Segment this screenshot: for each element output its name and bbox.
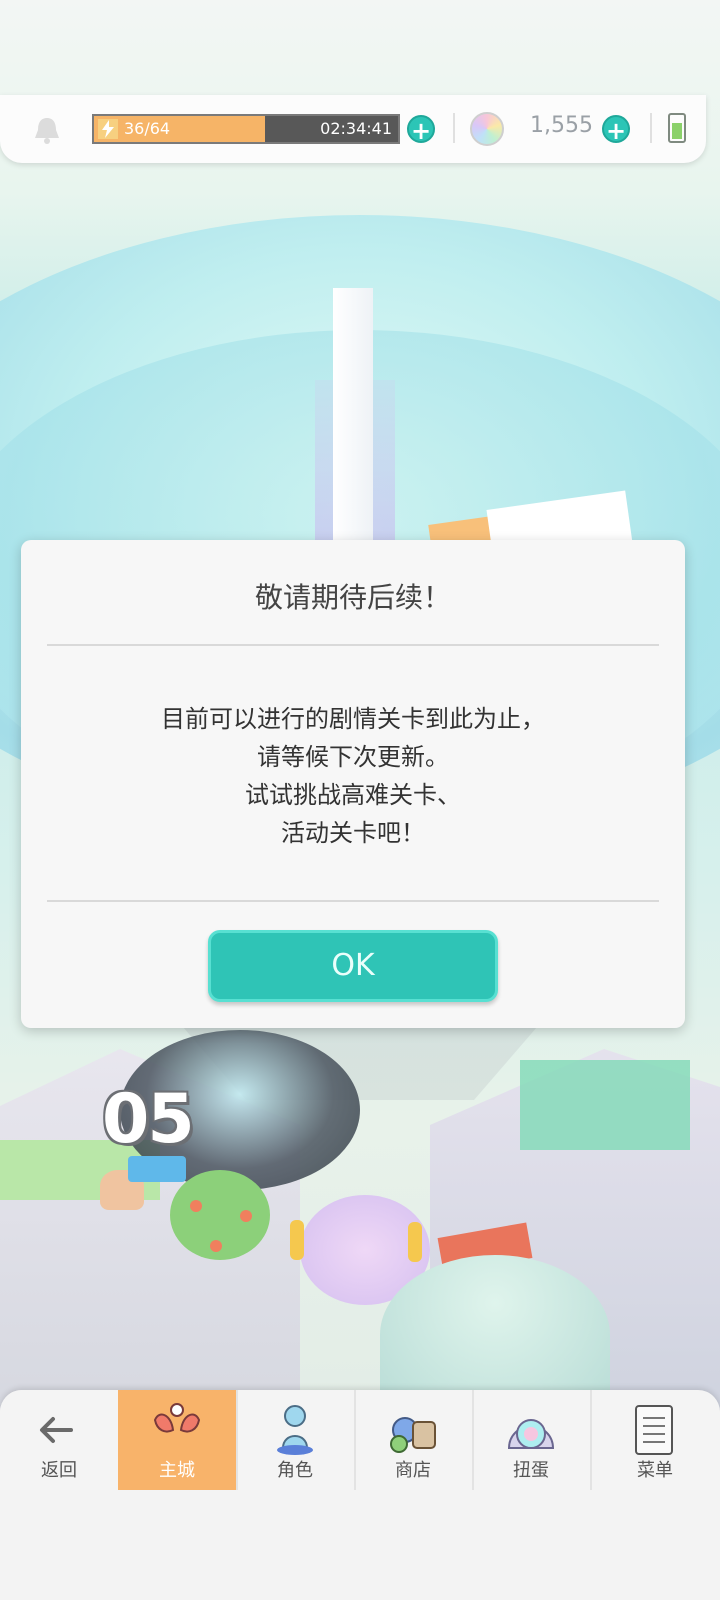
dialog-line: 试试挑战高难关卡、 (245, 781, 461, 809)
divider (453, 113, 455, 143)
divider (650, 113, 652, 143)
stamina-bar: 36/64 02:34:41 (92, 114, 400, 144)
nav-label: 扭蛋 (513, 1460, 549, 1481)
dialog-line: 活动关卡吧！ (281, 819, 425, 847)
shop-icon (383, 1400, 443, 1460)
nav-character[interactable]: 角色 (236, 1390, 354, 1490)
nav-gacha[interactable]: 扭蛋 (472, 1390, 590, 1490)
menu-list-icon (624, 1400, 684, 1460)
stamina-timer: 02:34:41 (320, 119, 392, 138)
bottom-nav: 返回 主城 角色 商店 扭蛋 菜单 (0, 1390, 720, 1490)
fruit (240, 1210, 252, 1222)
nav-back[interactable]: 返回 (0, 1390, 118, 1490)
nav-label: 角色 (277, 1460, 313, 1481)
gem-icon (470, 112, 504, 146)
nav-label: 主城 (159, 1460, 195, 1481)
gacha-icon (501, 1400, 561, 1460)
stamina-fill (94, 116, 265, 142)
torch (290, 1220, 304, 1260)
grass-patch-right (520, 1060, 690, 1150)
ok-button[interactable]: OK (208, 930, 498, 1002)
nav-home[interactable]: 主城 (118, 1390, 236, 1490)
add-gems-plus-icon[interactable]: + (602, 115, 630, 145)
dialog-line: 目前可以进行的剧情关卡到此为止， (161, 705, 545, 733)
divider (47, 900, 659, 902)
home-city-icon (147, 1400, 207, 1460)
dialog-line: 请等候下次更新。 (257, 743, 449, 771)
notice-dialog: 敬请期待后续！ 目前可以进行的剧情关卡到此为止， 请等候下次更新。 试试挑战高难… (21, 540, 685, 1028)
stage-number[interactable]: 05 (102, 1080, 195, 1159)
nav-label: 返回 (41, 1460, 77, 1481)
central-tower (333, 288, 373, 558)
divider (47, 644, 659, 646)
nav-shop[interactable]: 商店 (354, 1390, 472, 1490)
bell-icon[interactable] (30, 115, 64, 145)
dialog-title: 敬请期待后续！ (254, 581, 451, 614)
system-nav-area (0, 1490, 720, 1600)
lightning-icon (98, 119, 118, 139)
stamina-value: 36/64 (124, 119, 171, 138)
nav-label: 菜单 (637, 1460, 673, 1481)
battery-icon (668, 113, 686, 143)
dialog-message: 目前可以进行的剧情关卡到此为止， 请等候下次更新。 试试挑战高难关卡、 活动关卡… (21, 700, 685, 852)
gem-count: 1,555 (530, 113, 593, 138)
add-stamina-plus-icon[interactable]: + (407, 115, 435, 145)
nav-label: 商店 (395, 1460, 431, 1481)
torch (408, 1222, 422, 1262)
fruit (190, 1200, 202, 1212)
nav-menu[interactable]: 菜单 (590, 1390, 720, 1490)
character-icon (265, 1400, 325, 1460)
fruit (210, 1240, 222, 1252)
status-bar: 36/64 02:34:41 + 1,555 + (0, 95, 706, 163)
stage-badge (128, 1156, 186, 1182)
back-arrow-icon (29, 1400, 89, 1460)
